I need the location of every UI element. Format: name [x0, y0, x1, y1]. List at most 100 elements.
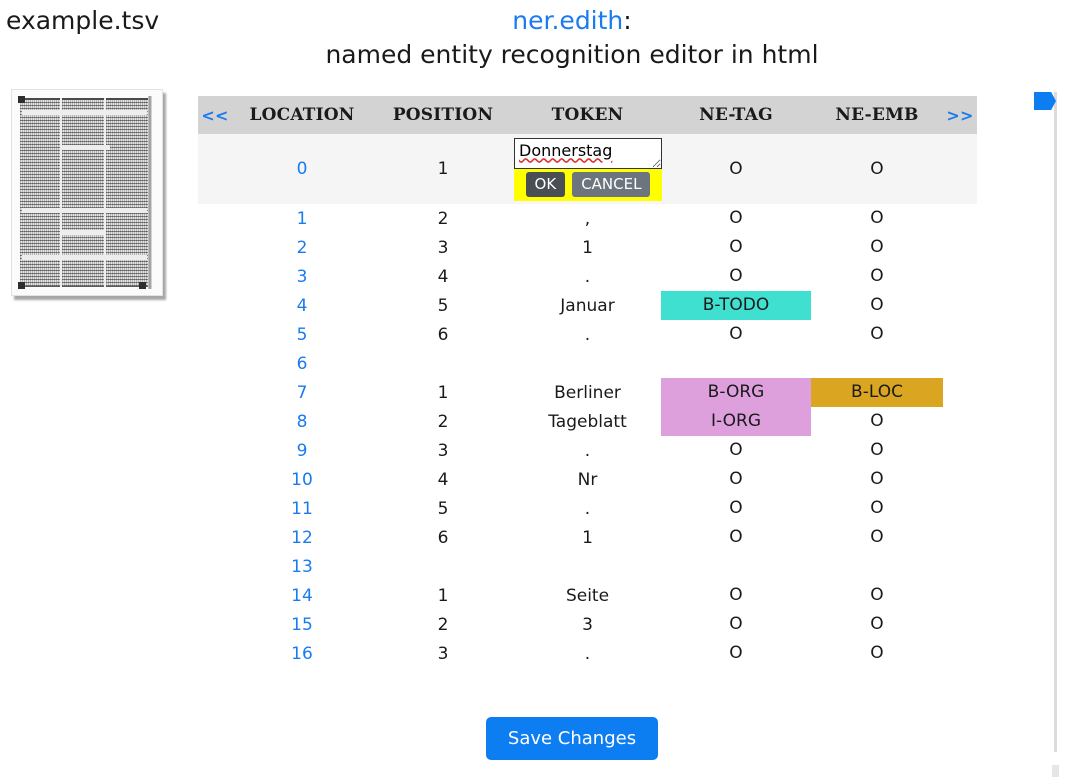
- cell-ne-tag[interactable]: [661, 349, 811, 378]
- cell-token[interactable]: Berliner: [514, 378, 661, 407]
- table-row: 3 4. O O: [198, 262, 977, 291]
- cell-location[interactable]: 3: [232, 262, 372, 291]
- cell-ne-tag[interactable]: O: [661, 233, 811, 262]
- cell-ne-emb[interactable]: O: [811, 291, 943, 320]
- cell-ne-emb[interactable]: B-LOC: [811, 378, 943, 407]
- cell-ne-tag[interactable]: O: [661, 262, 811, 291]
- cell-ne-emb[interactable]: O: [811, 465, 943, 494]
- ne-emb-badge: [811, 552, 943, 581]
- cell-ne-tag[interactable]: O: [661, 436, 811, 465]
- cell-token[interactable]: Tageblatt: [514, 407, 661, 436]
- next-page-button[interactable]: >>: [943, 96, 977, 134]
- cell-location[interactable]: 12: [232, 523, 372, 552]
- row-gutter-left: [198, 262, 232, 291]
- cell-position: 2: [437, 208, 449, 229]
- cell-location[interactable]: 14: [232, 581, 372, 610]
- ne-tag-badge: O: [729, 324, 743, 344]
- cell-ne-emb[interactable]: O: [811, 233, 943, 262]
- cell-location[interactable]: 9: [232, 436, 372, 465]
- cell-position: 3: [437, 643, 449, 664]
- facsimile-thumbnail[interactable]: [11, 89, 163, 296]
- cell-location[interactable]: 1: [232, 204, 372, 233]
- cell-token[interactable]: .: [514, 639, 661, 668]
- cell-location[interactable]: 7: [232, 378, 372, 407]
- row-gutter-left: [198, 552, 232, 581]
- row-gutter-left: [198, 349, 232, 378]
- cell-ne-tag[interactable]: O: [661, 134, 811, 204]
- cell-location[interactable]: 13: [232, 552, 372, 581]
- rail-foot-handle[interactable]: [1052, 765, 1059, 777]
- editor-cancel-button[interactable]: CANCEL: [572, 171, 651, 197]
- table-header-row: << LOCATION POSITION TOKEN NE-TAG NE-EMB…: [198, 96, 977, 134]
- cell-ne-emb[interactable]: O: [811, 581, 943, 610]
- cell-ne-emb[interactable]: O: [811, 639, 943, 668]
- cell-ne-emb[interactable]: O: [811, 610, 943, 639]
- cell-ne-tag[interactable]: O: [661, 494, 811, 523]
- position-rail[interactable]: [1054, 92, 1057, 752]
- table-row: 14 1 Seite O O: [198, 581, 977, 610]
- cell-ne-tag[interactable]: O: [661, 204, 811, 233]
- cell-token[interactable]: 1: [514, 523, 661, 552]
- cell-location[interactable]: 5: [232, 320, 372, 349]
- cell-location[interactable]: 6: [232, 349, 372, 378]
- row-gutter-right: [943, 610, 977, 639]
- row-gutter-right: [943, 436, 977, 465]
- cell-token[interactable]: OKCANCEL: [514, 134, 662, 204]
- cell-location[interactable]: 11: [232, 494, 372, 523]
- facsimile-spine: [148, 96, 152, 289]
- position-flag-icon[interactable]: [1034, 92, 1056, 110]
- editor-ok-button[interactable]: OK: [525, 171, 566, 197]
- cell-ne-emb[interactable]: [811, 349, 943, 378]
- token-edit-input[interactable]: [514, 137, 662, 169]
- cell-ne-emb[interactable]: O: [811, 494, 943, 523]
- cell-ne-emb[interactable]: O: [811, 134, 943, 204]
- cell-ne-emb[interactable]: O: [811, 320, 943, 349]
- cell-ne-tag[interactable]: B-ORG: [661, 378, 811, 407]
- cell-ne-emb[interactable]: O: [811, 407, 943, 436]
- cell-location[interactable]: 15: [232, 610, 372, 639]
- facsimile-frame: [11, 89, 163, 296]
- row-gutter-left: [198, 523, 232, 552]
- cell-token[interactable]: Nr: [514, 465, 661, 494]
- row-gutter-left: [198, 204, 232, 233]
- cell-ne-emb[interactable]: O: [811, 523, 943, 552]
- table-row: 0 1 OKCANCEL O O: [198, 134, 977, 204]
- cell-token[interactable]: [514, 349, 661, 378]
- cell-token[interactable]: 1: [514, 233, 661, 262]
- facsimile-headline-band: [62, 230, 104, 235]
- cell-ne-tag[interactable]: O: [661, 581, 811, 610]
- cell-token[interactable]: .: [514, 436, 661, 465]
- cell-ne-emb[interactable]: O: [811, 204, 943, 233]
- cell-ne-tag[interactable]: O: [661, 465, 811, 494]
- cell-ne-tag[interactable]: O: [661, 320, 811, 349]
- cell-ne-emb[interactable]: O: [811, 262, 943, 291]
- ne-emb-badge: O: [870, 158, 884, 179]
- cell-ne-tag[interactable]: [661, 552, 811, 581]
- facsimile-corner-mark: [18, 96, 25, 103]
- cell-ne-tag[interactable]: O: [661, 523, 811, 552]
- cell-token[interactable]: .: [514, 320, 661, 349]
- cell-ne-tag[interactable]: O: [661, 610, 811, 639]
- cell-location[interactable]: 16: [232, 639, 372, 668]
- cell-token[interactable]: Seite: [514, 581, 661, 610]
- cell-token[interactable]: Januar: [514, 291, 661, 320]
- cell-location[interactable]: 4: [232, 291, 372, 320]
- cell-ne-emb[interactable]: [811, 552, 943, 581]
- save-changes-button[interactable]: Save Changes: [485, 717, 659, 760]
- cell-ne-emb[interactable]: O: [811, 436, 943, 465]
- prev-page-button[interactable]: <<: [198, 96, 232, 134]
- cell-token[interactable]: .: [514, 494, 661, 523]
- ne-tag-badge: O: [729, 469, 743, 489]
- cell-location[interactable]: 8: [232, 407, 372, 436]
- cell-ne-tag[interactable]: O: [661, 639, 811, 668]
- cell-location[interactable]: 10: [232, 465, 372, 494]
- cell-location[interactable]: 0: [232, 134, 372, 204]
- cell-token[interactable]: 3: [514, 610, 661, 639]
- cell-token[interactable]: [514, 552, 661, 581]
- cell-location[interactable]: 2: [232, 233, 372, 262]
- cell-token[interactable]: ,: [514, 204, 661, 233]
- cell-ne-tag[interactable]: B-TODO: [661, 291, 811, 320]
- cell-token[interactable]: .: [514, 262, 661, 291]
- cell-ne-tag[interactable]: I-ORG: [661, 407, 811, 436]
- ne-tag-badge: O: [729, 237, 743, 257]
